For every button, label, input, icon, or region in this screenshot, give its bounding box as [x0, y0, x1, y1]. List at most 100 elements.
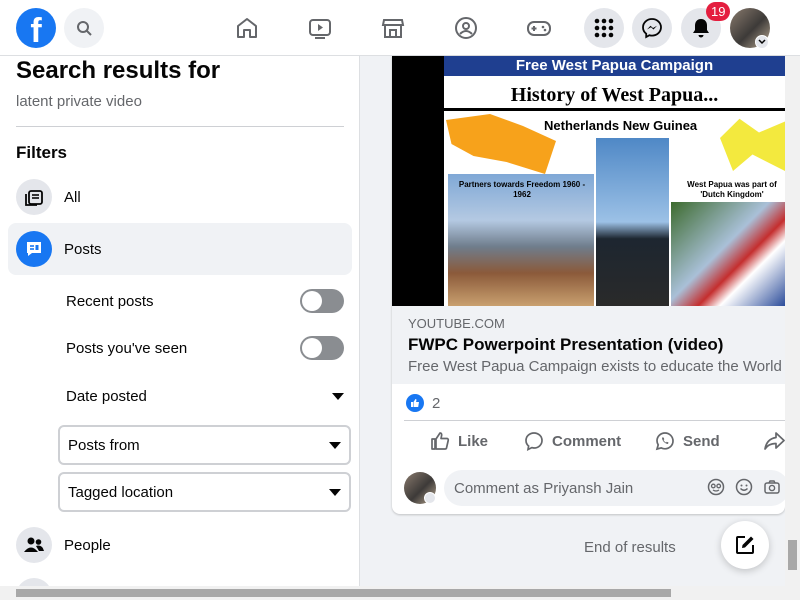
posts-seen-row: Posts you've seen [58, 328, 352, 368]
flagpole-photo [596, 138, 669, 306]
posts-seen-label: Posts you've seen [66, 339, 188, 357]
emoji-icon[interactable] [735, 478, 753, 496]
caret-down-icon [329, 488, 341, 496]
people-icon [24, 537, 44, 552]
slide-title: History of West Papua... [510, 84, 719, 106]
whatsapp-icon [655, 432, 674, 451]
groups-icon [455, 17, 477, 39]
next-filter-icon [16, 578, 52, 586]
map-image [446, 114, 556, 174]
horizontal-scroll-thumb[interactable] [16, 589, 671, 597]
comment-button[interactable]: Comment [524, 428, 621, 454]
date-posted-dropdown[interactable]: Date posted [58, 376, 352, 416]
comment-label: Comment [552, 432, 622, 450]
slide-banner: Free West Papua Campaign [444, 56, 785, 76]
new-message-button[interactable] [721, 521, 769, 569]
send-label: Send [683, 432, 720, 450]
tagged-location-label: Tagged location [68, 483, 174, 501]
nav-watch[interactable] [303, 12, 337, 44]
link-domain: YOUTUBE.COM [408, 316, 505, 331]
posts-from-label: Posts from [68, 436, 140, 454]
chevron-down-icon [758, 39, 766, 45]
divider [16, 126, 344, 127]
filter-posts-label: Posts [64, 240, 102, 258]
messenger-icon [642, 18, 662, 39]
caret-down-icon [329, 441, 341, 449]
end-of-results: End of results [584, 539, 676, 556]
recent-posts-toggle[interactable] [300, 289, 344, 313]
camera-icon[interactable] [763, 478, 781, 496]
filter-all-label: All [64, 188, 81, 206]
nav-gaming[interactable] [522, 12, 556, 44]
avatar-sticker-icon[interactable] [707, 478, 725, 496]
rally-photo [671, 202, 785, 306]
presentation-slide: Free West Papua Campaign History of West… [444, 56, 785, 306]
posts-icon [27, 242, 41, 256]
send-button[interactable]: Send [655, 428, 720, 454]
bell-icon [693, 19, 709, 38]
thumbs-up-icon [431, 432, 450, 450]
comment-tools [707, 478, 781, 496]
search-query: latent private video [16, 93, 142, 110]
search-button[interactable] [64, 8, 104, 48]
divider [404, 420, 785, 421]
menu-grid-icon [594, 18, 614, 38]
search-icon [77, 21, 92, 36]
tagged-location-select[interactable]: Tagged location [58, 472, 351, 512]
filter-people-label: People [64, 536, 111, 554]
watch-icon [309, 19, 331, 39]
facebook-logo[interactable]: f [16, 8, 56, 48]
filter-people[interactable]: People [8, 519, 352, 571]
comment-placeholder: Comment as Priyansh Jain [454, 479, 634, 497]
like-button[interactable]: Like [430, 428, 488, 454]
slide-caption-right: West Papua was part of 'Dutch Kingdom' [687, 180, 777, 199]
link-description: Free West Papua Campaign exists to educa… [408, 358, 782, 375]
slide-caption-left: Partners towards Freedom 1960 - 1962 [458, 180, 586, 199]
filter-people-icon-wrap [16, 527, 52, 563]
search-results-heading: Search results for [16, 57, 221, 84]
top-navigation-bar: f 19 [0, 0, 800, 56]
recent-posts-row: Recent posts [58, 281, 352, 321]
like-reaction-icon [406, 394, 424, 412]
commenter-avatar-caret[interactable] [424, 492, 436, 504]
reaction-summary[interactable]: 2 [406, 394, 440, 412]
menu-button[interactable] [584, 8, 624, 48]
slide-rule [444, 108, 785, 111]
reaction-count: 2 [432, 394, 441, 412]
filter-all-icon-wrap [16, 179, 52, 215]
link-title[interactable]: FWPC Powerpoint Presentation (video) [408, 335, 769, 355]
posts-seen-toggle[interactable] [300, 336, 344, 360]
all-results-icon [25, 190, 43, 206]
comment-icon [525, 432, 543, 451]
filter-posts[interactable]: Posts [8, 223, 352, 275]
video-thumbnail[interactable]: Free West Papua Campaign History of West… [392, 56, 785, 306]
post-card: Free West Papua Campaign History of West… [392, 56, 785, 514]
like-label: Like [458, 432, 489, 450]
nav-marketplace[interactable] [376, 12, 410, 44]
comment-input[interactable]: Comment as Priyansh Jain [444, 470, 785, 506]
filters-heading: Filters [16, 143, 68, 162]
caret-down-icon [332, 392, 344, 400]
gaming-icon [527, 21, 551, 36]
nav-groups[interactable] [449, 12, 483, 44]
date-posted-label: Date posted [66, 387, 147, 405]
account-caret[interactable] [755, 35, 769, 49]
nav-home[interactable] [230, 12, 264, 44]
messenger-button[interactable] [632, 8, 672, 48]
home-icon [237, 18, 257, 38]
marketplace-icon [381, 19, 405, 38]
map-image [720, 118, 785, 171]
notification-badge: 19 [706, 2, 731, 21]
recent-posts-label: Recent posts [66, 292, 154, 310]
link-preview[interactable]: YOUTUBE.COM FWPC Powerpoint Presentation… [392, 306, 785, 384]
vertical-scrollbar[interactable] [785, 56, 800, 586]
search-filters-panel: Search results for latent private video … [0, 56, 360, 586]
horizontal-scrollbar[interactable] [0, 586, 800, 600]
posts-from-select[interactable]: Posts from [58, 425, 351, 465]
filter-posts-icon-wrap [16, 231, 52, 267]
slide-subtitle: Netherlands New Guinea [544, 118, 698, 133]
vertical-scroll-thumb[interactable] [788, 540, 797, 570]
compose-icon [736, 536, 754, 554]
share-button[interactable] [763, 428, 785, 454]
filter-all[interactable]: All [8, 171, 352, 223]
